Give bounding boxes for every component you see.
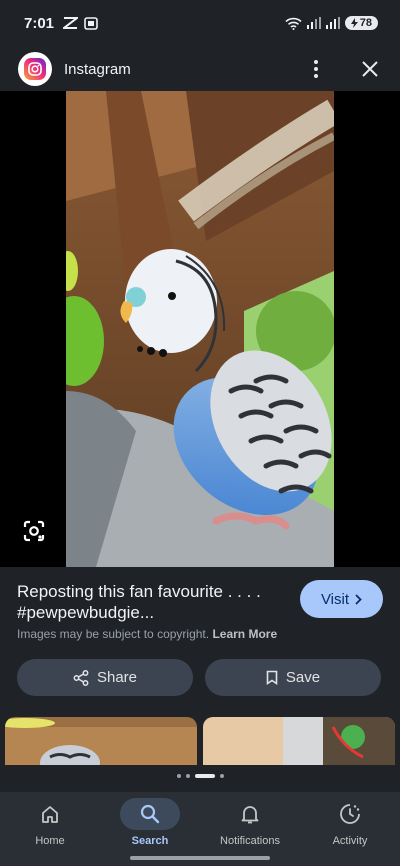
- signal-icon: [306, 17, 321, 29]
- wifi-icon: [285, 17, 302, 30]
- result-title-line1: Reposting this fan favourite . . . .: [17, 582, 261, 601]
- nav-notifications[interactable]: Notifications: [200, 792, 300, 866]
- sync-icon: [63, 17, 79, 29]
- google-lens-icon: [23, 520, 45, 542]
- nav-activity[interactable]: Activity: [300, 792, 400, 866]
- nav-search-label: Search: [131, 835, 169, 847]
- close-icon: [362, 61, 378, 77]
- related-images: [0, 717, 400, 765]
- source-name: Instagram: [64, 60, 131, 78]
- source-header: Instagram: [0, 46, 400, 92]
- gesture-bar: [130, 856, 270, 860]
- share-button[interactable]: Share: [17, 659, 193, 696]
- copyright-text: Images may be subject to copyright.: [17, 627, 210, 641]
- save-button[interactable]: Save: [205, 659, 381, 696]
- result-title[interactable]: Reposting this fan favourite . . . . #pe…: [17, 581, 287, 623]
- bookmark-icon: [266, 670, 278, 685]
- signal-icon-2: [325, 17, 340, 29]
- activity-icon: [340, 804, 360, 824]
- nav-home[interactable]: Home: [0, 792, 100, 866]
- nav-activity-label: Activity: [332, 835, 368, 847]
- related-thumbnail[interactable]: [203, 717, 395, 765]
- screenshot-icon: [84, 16, 98, 30]
- bell-icon: [241, 806, 259, 824]
- more-vert-icon: [314, 60, 318, 78]
- copyright-notice: Images may be subject to copyright. Lear…: [17, 627, 277, 641]
- visit-label: Visit: [320, 590, 350, 608]
- image-viewer[interactable]: [0, 91, 400, 567]
- status-bar: 7:01 78: [0, 0, 400, 46]
- battery-level: 78: [359, 17, 372, 29]
- save-label: Save: [285, 669, 321, 686]
- more-options-button[interactable]: [304, 57, 328, 81]
- share-icon: [73, 669, 89, 686]
- visit-button[interactable]: Visit: [300, 580, 383, 618]
- bottom-navigation: Home Search Notifications Activity: [0, 792, 400, 866]
- home-icon: [42, 806, 58, 823]
- charging-icon: [350, 18, 358, 28]
- result-title-line2: #pewpewbudgie...: [17, 603, 155, 622]
- nav-home-label: Home: [35, 835, 65, 847]
- budgie-photo[interactable]: [66, 91, 334, 567]
- status-time: 7:01: [24, 14, 55, 32]
- close-button[interactable]: [358, 57, 382, 81]
- nav-search[interactable]: Search: [100, 792, 200, 866]
- share-label: Share: [96, 669, 138, 686]
- instagram-logo: [18, 52, 52, 86]
- lens-button[interactable]: [22, 519, 48, 545]
- battery-badge: 78: [344, 16, 378, 30]
- related-thumbnail[interactable]: [5, 717, 197, 765]
- learn-more-link[interactable]: Learn More: [212, 627, 277, 641]
- chevron-right-icon: [355, 593, 362, 605]
- nav-notifications-label: Notifications: [220, 835, 280, 847]
- carousel-indicator: [0, 774, 400, 778]
- search-icon: [140, 804, 160, 824]
